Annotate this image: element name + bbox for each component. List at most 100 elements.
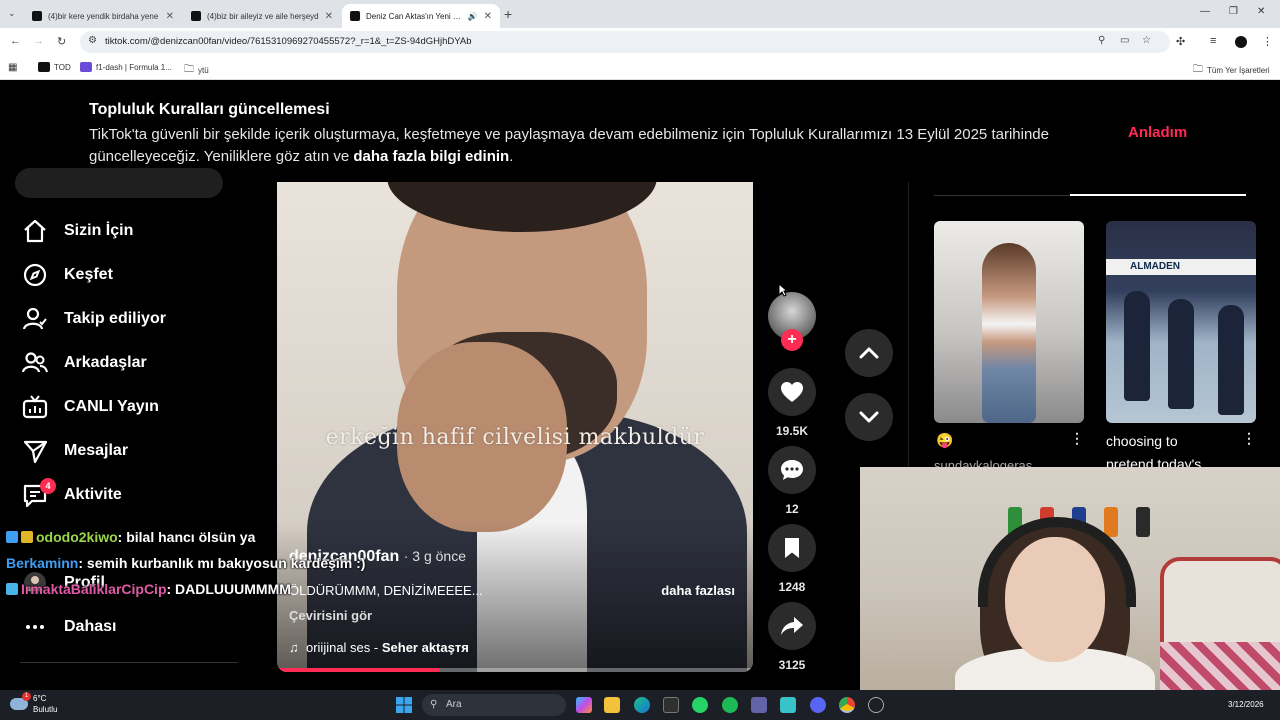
sidebar-item-live[interactable]: CANLI Yayın (22, 394, 159, 420)
chevron-up-icon (859, 347, 879, 359)
app-icon[interactable] (780, 697, 796, 713)
all-bookmarks-folder[interactable]: 🗀 Tüm Yer İşaretleri (1193, 62, 1270, 79)
banner-got-it-button[interactable]: Anladım (1128, 124, 1187, 141)
translate-button[interactable]: Çevirisini gör (289, 608, 372, 623)
sidebar-item-more[interactable]: Dahası (22, 614, 116, 640)
weather-desc: Bulutlu (33, 705, 58, 714)
weather-widget[interactable]: 6°C Bulutlu (33, 693, 57, 715)
minimize-icon[interactable]: — (1200, 6, 1210, 17)
follow-button[interactable]: + (781, 329, 803, 351)
extensions-icon[interactable]: ✣ (1176, 35, 1185, 48)
teams-icon[interactable] (751, 697, 767, 713)
tab-search-icon[interactable]: ⌄ (8, 8, 16, 19)
address-bar[interactable]: ⚙ tiktok.com/@denizcan00fan/video/761531… (80, 31, 1170, 53)
sidebar-item-label: Takip ediliyor (64, 310, 166, 327)
bookmark-tod[interactable]: TOD (38, 62, 71, 72)
f1-favicon-icon (80, 62, 92, 72)
sidebar-item-label: Aktivite (64, 486, 122, 503)
bookmark-icon[interactable] (768, 524, 816, 572)
sidebar-item-label: Sizin İçin (64, 222, 134, 239)
close-window-icon[interactable]: ✕ (1257, 6, 1265, 17)
recommendation-tabs[interactable] (934, 176, 1246, 196)
obs-icon[interactable] (868, 697, 884, 713)
comment-action[interactable]: 12 (768, 446, 816, 516)
bookmark-ytu[interactable]: 🗀 ytü (184, 62, 209, 79)
sidebar-item-explore[interactable]: Keşfet (22, 262, 113, 288)
banner-learn-more-link[interactable]: daha fazla bilgi edinin (353, 148, 509, 165)
profile-avatar-icon[interactable] (1235, 36, 1247, 48)
tab-close-icon[interactable]: ✕ (325, 11, 333, 22)
browser-tab-strip: ⌄ (4)bir kere yendik birdaha yene ✕ (4)b… (0, 0, 1280, 28)
search-input[interactable] (15, 168, 223, 198)
like-action[interactable]: 19.5K (768, 368, 816, 438)
mouse-cursor-icon (778, 283, 788, 297)
file-explorer-icon[interactable] (604, 697, 620, 713)
comment-icon[interactable] (768, 446, 816, 494)
chat-message: Berkaminn: semih kurbanlık mı bakıyosun … (6, 555, 365, 571)
media-controls-icon[interactable]: ≡ (1210, 35, 1216, 47)
spotify-icon[interactable] (722, 697, 738, 713)
chat-message: IrmaktaBaliklarCipCip: DADLUUUMMMM (6, 581, 291, 597)
chat-text: : semih kurbanlık mı bakıyosun kardeşim … (78, 555, 366, 571)
restore-icon[interactable]: ❐ (1229, 6, 1238, 17)
sidebar-item-label: Arkadaşlar (64, 354, 147, 371)
post-time: · 3 g önce (403, 548, 466, 564)
recommended-video-thumbnail[interactable] (934, 221, 1084, 423)
chrome-icon[interactable] (839, 697, 855, 713)
recommended-caption: 😜 (936, 432, 954, 448)
browser-tab-3-active[interactable]: Deniz Can Aktas'ın Yeni Şarı 🔊 ✕ (342, 4, 500, 28)
sidebar-item-friends[interactable]: Arkadaşlar (22, 350, 147, 376)
taskbar-date[interactable]: 3/12/2026 (1228, 700, 1264, 709)
more-options-icon[interactable]: ⋮ (1070, 430, 1084, 447)
taskbar-search[interactable]: ⚲ Ara (422, 694, 566, 716)
tiktok-favicon-icon (191, 11, 201, 21)
save-action[interactable]: 1248 (768, 524, 816, 594)
sidebar-item-for-you[interactable]: Sizin İçin (22, 218, 133, 244)
apps-grid-icon[interactable]: ▦ (8, 62, 17, 73)
tod-favicon-icon (38, 62, 50, 72)
new-tab-icon[interactable]: + (504, 6, 512, 22)
bookmark-star-icon[interactable]: ☆ (1142, 35, 1151, 46)
weather-alert-badge: 1 (22, 692, 31, 701)
share-action[interactable]: 3125 (768, 602, 816, 672)
sidebar-item-label: CANLI Yayın (64, 398, 159, 415)
live-icon (22, 394, 48, 420)
more-options-icon[interactable]: ⋮ (1242, 430, 1256, 447)
video-music[interactable]: ♫ oriijinal ses - Seher aktaşтя (289, 640, 469, 655)
browser-tab-2[interactable]: (4)biz bir aileyiz ve aile herşeyd ✕ (183, 4, 341, 28)
video-player[interactable]: erkeğin hafif cilvelisi makbuldür denizc… (277, 182, 753, 672)
recommended-video-thumbnail[interactable]: ALMADEN (1106, 221, 1256, 423)
share-icon[interactable] (768, 602, 816, 650)
edge-icon[interactable] (634, 697, 650, 713)
menu-kebab-icon[interactable]: ⋮ (1262, 35, 1273, 48)
thumbnail-figure (982, 243, 1036, 423)
forward-icon[interactable]: → (33, 35, 44, 47)
sidebar-item-following[interactable]: Takip ediliyor (22, 306, 166, 332)
audio-playing-icon[interactable]: 🔊 (468, 12, 478, 21)
whatsapp-icon[interactable] (692, 697, 708, 713)
see-more-button[interactable]: daha fazlası (661, 583, 735, 598)
video-progress-fill (277, 668, 439, 672)
site-info-icon[interactable]: ⚙ (88, 35, 97, 46)
zoom-icon[interactable]: ⚲ (1098, 35, 1105, 46)
sidebar-item-messages[interactable]: Mesajlar (22, 438, 128, 464)
bookmark-f1-dash[interactable]: f1-dash | Formula 1... (80, 62, 172, 72)
windows-start-icon[interactable] (396, 697, 412, 713)
next-video-button[interactable] (845, 393, 893, 441)
discord-icon[interactable] (810, 697, 826, 713)
cast-icon[interactable]: ▭ (1120, 35, 1129, 46)
tab-close-icon[interactable]: ✕ (166, 11, 174, 22)
copilot-icon[interactable] (576, 697, 592, 713)
chat-badge-icon (6, 531, 18, 543)
banner-body: TikTok'ta güvenli bir şekilde içerik olu… (89, 126, 1049, 165)
reload-icon[interactable]: ↻ (57, 35, 66, 48)
tab-close-icon[interactable]: ✕ (484, 11, 492, 22)
previous-video-button[interactable] (845, 329, 893, 377)
tiktok-favicon-icon (32, 11, 42, 21)
browser-tab-1[interactable]: (4)bir kere yendik birdaha yene ✕ (24, 4, 182, 28)
chat-username: ododo2kiwo (36, 529, 118, 545)
heart-icon[interactable] (768, 368, 816, 416)
store-icon[interactable] (663, 697, 679, 713)
sidebar-item-activity[interactable]: Aktivite (22, 482, 122, 508)
back-icon[interactable]: ← (10, 35, 21, 47)
